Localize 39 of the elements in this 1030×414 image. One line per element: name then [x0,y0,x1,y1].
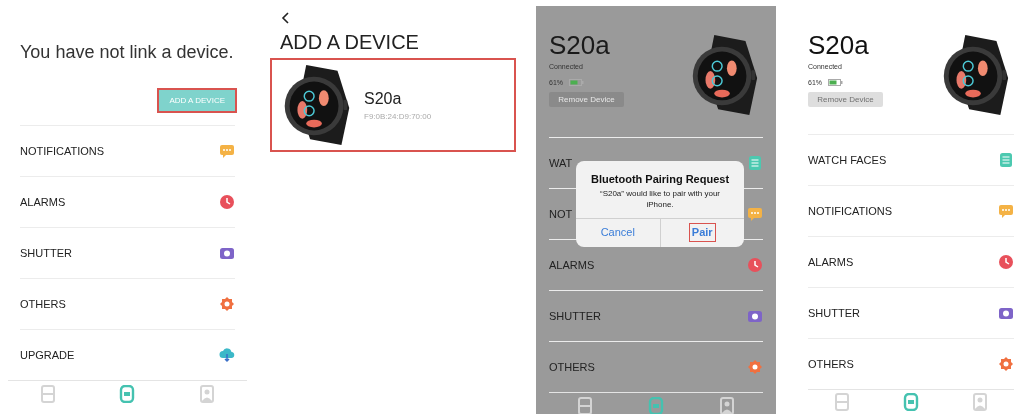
dialog-message: “S20a” would like to pair with your iPhone. [598,187,722,210]
device-name: S20a [549,30,611,60]
watch-tab-icon[interactable] [903,392,919,411]
watch-tab-icon[interactable] [119,384,136,403]
device-address: F9:0B:24:D9:70:00 [364,111,432,123]
device-name: S20a [808,30,870,60]
heading: You have not link a device. [20,41,234,64]
watch-tab-icon[interactable] [648,396,664,414]
list-tab-icon[interactable] [39,384,56,403]
menu-item-label[interactable]: WATCH FACES [808,151,887,168]
menu-item-label[interactable]: ALARMS [549,256,595,274]
menu-item-label[interactable]: UPGRADE [20,346,75,364]
remove-device-button[interactable]: Remove Device [808,92,883,107]
list-tab-icon[interactable] [834,392,851,411]
back-chevron-icon[interactable] [280,12,290,24]
menu-item-label[interactable]: NOTIFICATIONS [808,202,893,219]
profile-tab-icon[interactable] [199,384,216,403]
battery-icon [828,79,843,87]
menu-item-label[interactable]: ALARMS [20,193,66,211]
dialog-title: Bluetooth Pairing Request [590,172,730,187]
device-name: S20a [364,89,403,109]
dialog-button[interactable]: Pair [689,224,715,241]
profile-tab-icon[interactable] [971,392,988,411]
device-card[interactable]: S20a F9:0B:24:D9:70:00 [270,58,516,152]
menu-item-label[interactable]: WAT [549,154,573,172]
menu-item-label[interactable]: OTHERS [808,355,854,372]
menu-item-label[interactable]: SHUTTER [549,307,601,325]
menu-item-label[interactable]: NOTIFICATIONS [20,142,105,160]
menu-item-label[interactable]: NOT [549,205,573,223]
menu-item-label[interactable]: SHUTTER [20,244,72,262]
battery-icon [569,79,584,87]
menu-item-label[interactable]: ALARMS [808,253,854,270]
profile-tab-icon[interactable] [719,396,736,414]
page-title: ADD A DEVICE [280,30,420,54]
menu-item-label[interactable]: OTHERS [20,295,66,313]
list-tab-icon[interactable] [576,396,593,414]
dialog-button[interactable]: Cancel [598,224,637,241]
menu-item-label[interactable]: OTHERS [549,358,595,376]
menu-item-label[interactable]: SHUTTER [808,304,860,321]
